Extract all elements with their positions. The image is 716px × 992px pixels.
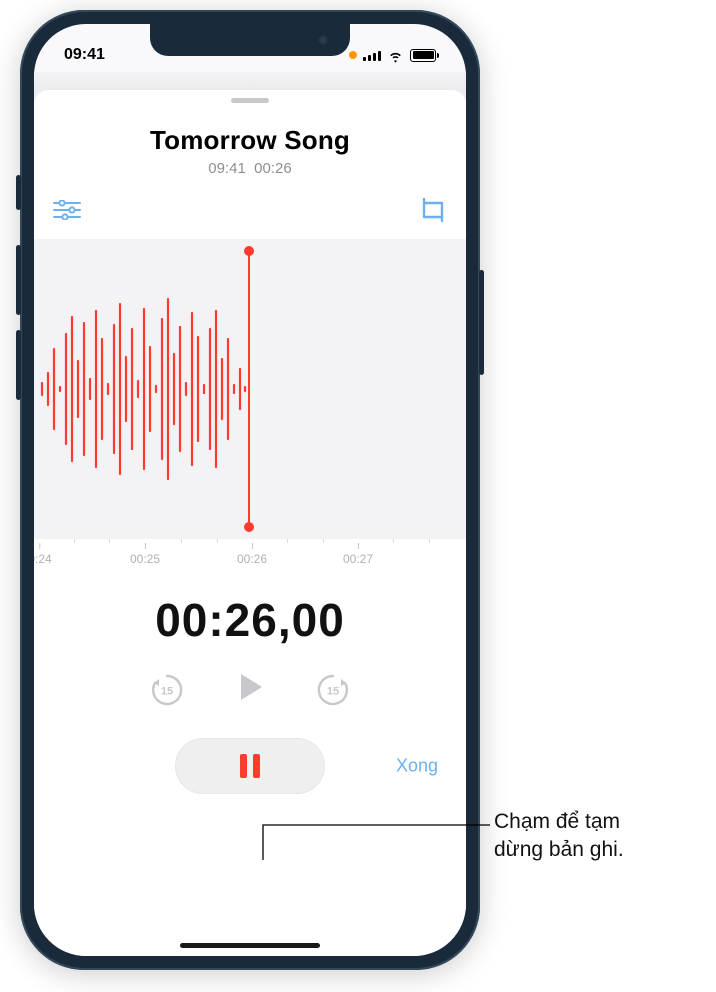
- waveform-area[interactable]: [34, 239, 466, 539]
- play-button[interactable]: [232, 669, 268, 710]
- recording-meta: 09:41 00:26: [34, 160, 466, 177]
- timeline-tick: 0:24: [34, 543, 52, 566]
- bottom-row: Xong: [34, 738, 466, 794]
- sheet-grabber[interactable]: [231, 98, 269, 103]
- recording-meta-duration: 00:26: [254, 160, 292, 177]
- recording-title: Tomorrow Song: [34, 125, 466, 156]
- done-button[interactable]: Xong: [396, 756, 438, 777]
- svg-text:15: 15: [327, 685, 339, 697]
- callout-text: Chạm để tạm dừng bản ghi.: [494, 808, 704, 865]
- timeline-tick: 00:25: [130, 543, 160, 566]
- settings-icon[interactable]: [52, 195, 82, 225]
- pause-recording-button[interactable]: [175, 738, 325, 794]
- front-camera: [318, 35, 328, 45]
- waveform: [34, 239, 466, 539]
- battery-icon: [410, 49, 436, 62]
- callout-line-1: Chạm để tạm: [494, 810, 620, 833]
- volume-down-button: [16, 330, 21, 400]
- timeline-tick: 00:26: [237, 543, 267, 566]
- screen: 09:41 Tomorrow Song 09:41 00:26: [34, 24, 466, 956]
- volume-up-button: [16, 245, 21, 315]
- svg-text:15: 15: [161, 685, 173, 697]
- trim-icon[interactable]: [418, 195, 448, 225]
- pause-icon: [240, 754, 260, 778]
- playhead[interactable]: [248, 251, 250, 527]
- notch: [150, 24, 350, 56]
- title-block: Tomorrow Song 09:41 00:26: [34, 125, 466, 177]
- recording-meta-time: 09:41: [208, 160, 246, 177]
- phone-frame: 09:41 Tomorrow Song 09:41 00:26: [20, 10, 480, 970]
- elapsed-timer: 00:26,00: [34, 593, 466, 647]
- skip-back-15-button[interactable]: 15: [150, 673, 184, 707]
- recording-sheet: Tomorrow Song 09:41 00:26: [34, 90, 466, 956]
- status-time: 09:41: [64, 46, 105, 64]
- recording-indicator-dot: [349, 51, 357, 59]
- cellular-signal-icon: [363, 49, 381, 61]
- home-indicator[interactable]: [180, 943, 320, 948]
- power-button: [479, 270, 484, 375]
- transport-controls: 15 15: [34, 669, 466, 710]
- silence-switch: [16, 175, 21, 210]
- timeline: 0:24 00:25 00:26 00:27: [34, 539, 466, 575]
- wifi-icon: [387, 47, 404, 64]
- status-right: [349, 47, 436, 64]
- skip-forward-15-button[interactable]: 15: [316, 673, 350, 707]
- toolbar: [34, 177, 466, 235]
- callout-line-2: dừng bản ghi.: [494, 838, 624, 861]
- timeline-tick: 00:27: [343, 543, 373, 566]
